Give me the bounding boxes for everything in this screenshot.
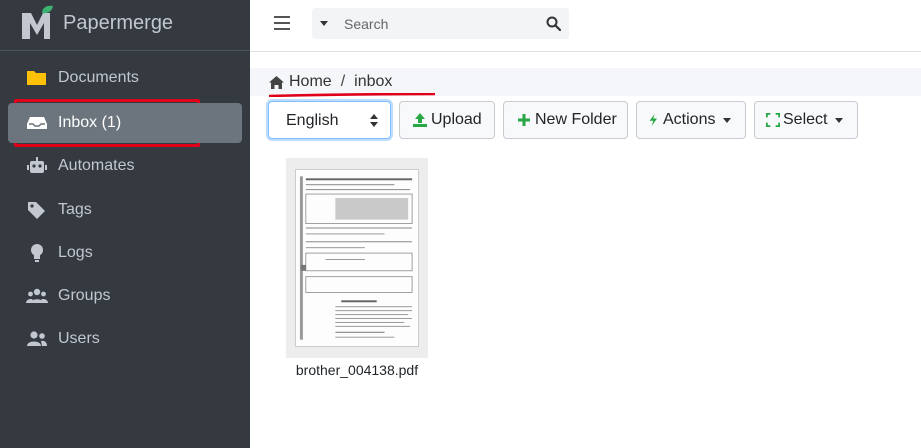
lightbulb-icon xyxy=(31,244,43,262)
upload-button[interactable]: Upload xyxy=(399,101,495,139)
sidebar-item-users[interactable]: Users xyxy=(8,319,242,359)
sidebar-item-groups[interactable]: Groups xyxy=(8,276,242,316)
select-arrows-icon xyxy=(370,114,378,127)
sidebar-item-automates[interactable]: Automates xyxy=(8,146,242,186)
home-icon xyxy=(269,75,284,89)
folder-icon xyxy=(27,71,46,85)
search-dropdown-caret-icon[interactable] xyxy=(320,21,328,26)
sidebar-item-label: Users xyxy=(58,330,100,347)
users-group-icon xyxy=(26,288,48,303)
file-item[interactable] xyxy=(286,158,428,358)
breadcrumb-home-link[interactable]: Home xyxy=(289,73,332,91)
language-select[interactable]: English xyxy=(268,101,391,139)
select-dropdown-button[interactable]: Select xyxy=(754,101,858,139)
chevron-down-icon xyxy=(723,117,732,123)
breadcrumb-separator: / xyxy=(340,73,346,90)
sidebar-item-tags[interactable]: Tags xyxy=(8,190,242,230)
robot-icon xyxy=(27,157,47,173)
sidebar-item-inbox[interactable]: Inbox (1) xyxy=(8,103,242,143)
actions-dropdown-button[interactable]: Actions xyxy=(636,101,746,139)
sidebar-item-label: Tags xyxy=(58,201,92,218)
plus-icon xyxy=(518,114,530,126)
sidebar-item-documents[interactable]: Documents xyxy=(8,58,242,98)
sidebar-item-label: Groups xyxy=(58,287,111,304)
sidebar-item-label: Documents xyxy=(58,69,139,86)
underline-annotation xyxy=(268,93,436,97)
sidebar-item-label: Logs xyxy=(58,244,93,261)
chevron-down-icon xyxy=(835,117,844,123)
breadcrumb: Home / inbox xyxy=(250,68,921,96)
select-button-label: Select xyxy=(783,111,828,128)
upload-icon xyxy=(413,113,427,127)
inbox-icon xyxy=(27,117,47,129)
sidebar-item-label: Automates xyxy=(58,157,135,174)
brand-name: Papermerge xyxy=(63,12,174,34)
sidebar: Papermerge Documents Inbox (1) Automates… xyxy=(0,0,250,448)
select-frame-icon xyxy=(766,113,780,127)
actions-button-label: Actions xyxy=(663,111,716,128)
menu-toggle-icon[interactable] xyxy=(274,16,290,30)
document-thumbnail xyxy=(295,169,419,347)
upload-button-label: Upload xyxy=(431,111,482,128)
users-icon xyxy=(27,331,47,346)
bolt-icon xyxy=(649,114,657,126)
sidebar-item-logs[interactable]: Logs xyxy=(8,233,242,273)
search-box xyxy=(312,8,569,39)
new-folder-button-label: New Folder xyxy=(535,111,617,128)
app-window: Papermerge Documents Inbox (1) Automates… xyxy=(0,0,921,448)
language-select-value: English xyxy=(286,112,339,129)
brand[interactable]: Papermerge xyxy=(0,0,250,51)
search-icon[interactable] xyxy=(546,16,561,31)
file-name[interactable]: brother_004138.pdf xyxy=(286,362,428,378)
new-folder-button[interactable]: New Folder xyxy=(503,101,628,139)
breadcrumb-current[interactable]: inbox xyxy=(354,73,392,91)
search-input[interactable] xyxy=(338,8,538,39)
papermerge-logo-icon xyxy=(22,5,53,39)
tag-icon xyxy=(28,202,45,219)
topbar xyxy=(250,0,921,52)
sidebar-item-label: Inbox (1) xyxy=(58,114,122,131)
